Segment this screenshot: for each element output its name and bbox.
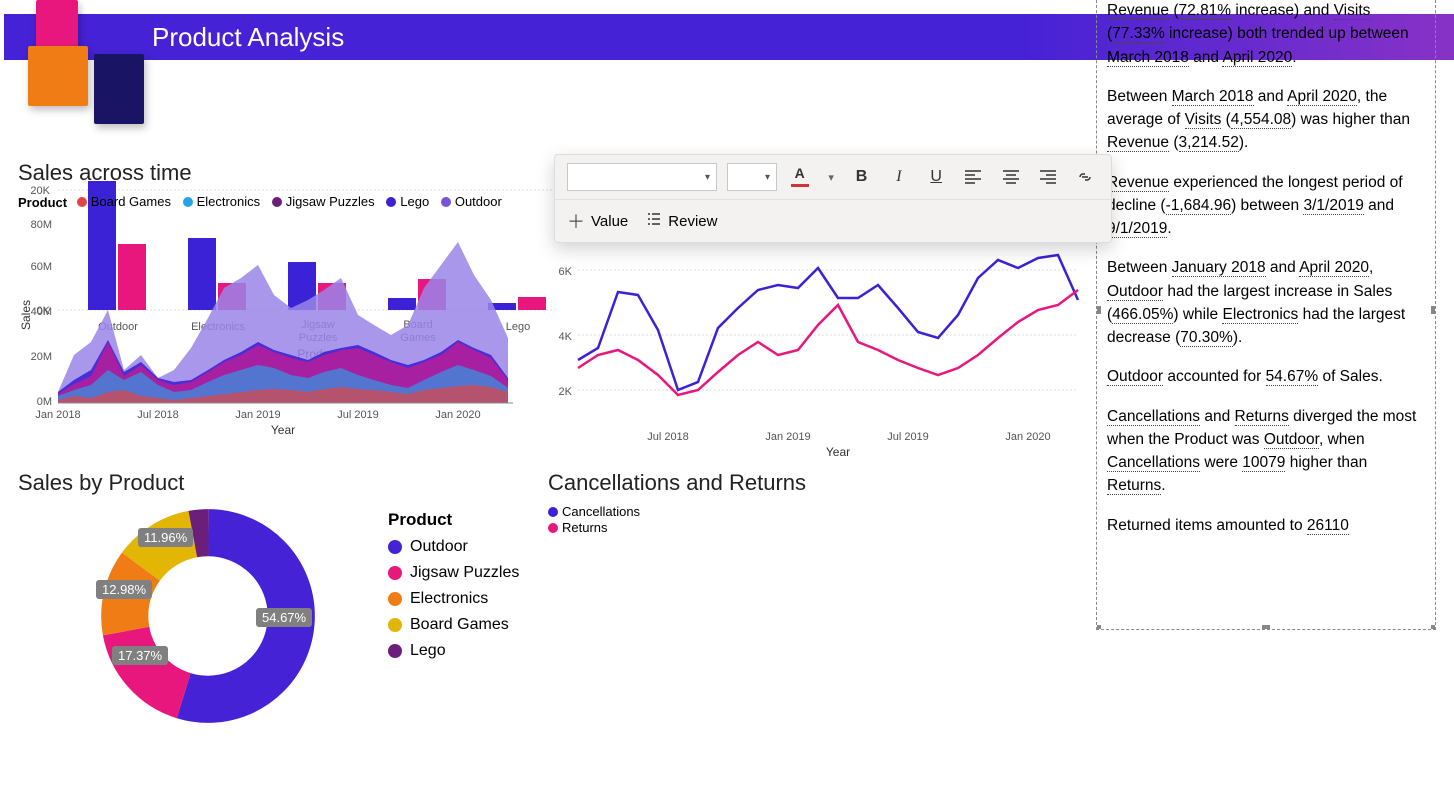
resize-handle[interactable] — [1262, 625, 1270, 630]
logo-block — [28, 46, 88, 106]
logo — [14, 0, 142, 128]
chevron-down-icon: ▾ — [765, 172, 770, 183]
resize-handle[interactable] — [1096, 306, 1101, 314]
link-button[interactable] — [1072, 163, 1099, 191]
font-color-button[interactable] — [787, 163, 814, 191]
font-color-icon — [791, 167, 811, 187]
align-right-button[interactable] — [1034, 163, 1061, 191]
svg-text:Jul 2018: Jul 2018 — [137, 409, 179, 421]
logo-block — [94, 54, 144, 124]
svg-text:Jan 2020: Jan 2020 — [435, 409, 480, 421]
revenue-visits-chart[interactable]: ▾ ▾ ▾ B I U ＋ Value Review — [548, 160, 1088, 460]
chevron-down-icon: ▾ — [705, 172, 710, 183]
svg-text:0M: 0M — [37, 396, 52, 408]
align-center-button[interactable] — [997, 163, 1024, 191]
review-button[interactable]: Review — [646, 212, 717, 230]
donut-legend: Product Outdoor Jigsaw Puzzles Electroni… — [388, 510, 519, 668]
plus-icon: ＋ — [567, 208, 585, 234]
resize-handle[interactable] — [1096, 625, 1101, 630]
chevron-down-icon[interactable]: ▾ — [824, 163, 838, 191]
svg-text:Year: Year — [826, 445, 850, 459]
donut-label-outdoor: 54.67% — [256, 608, 312, 627]
font-size-select[interactable]: ▾ — [727, 163, 777, 191]
font-family-select[interactable]: ▾ — [567, 163, 717, 191]
donut-label-electronics: 12.98% — [96, 580, 152, 599]
sales-by-product-chart[interactable]: Sales by Product 54.67% 17.37% 12.98% 11… — [18, 470, 538, 770]
text-format-toolbar: ▾ ▾ ▾ B I U ＋ Value Review — [554, 154, 1112, 243]
underline-button[interactable]: U — [923, 163, 950, 191]
svg-text:Jan 2019: Jan 2019 — [235, 409, 280, 421]
svg-text:60M: 60M — [31, 261, 52, 273]
svg-text:2K: 2K — [559, 386, 573, 398]
smart-narrative-textbox[interactable]: ⋯ Revenue (72.81% increase) and Visits (… — [1096, 0, 1436, 630]
italic-button[interactable]: I — [885, 163, 912, 191]
cancellations-returns-chart[interactable]: Cancellations and Returns Cancellations … — [548, 470, 1108, 770]
page-title: Product Analysis — [152, 22, 344, 53]
svg-text:Jul 2019: Jul 2019 — [337, 409, 379, 421]
svg-text:Jul 2019: Jul 2019 — [887, 431, 929, 443]
svg-text:Jul 2018: Jul 2018 — [647, 431, 689, 443]
svg-text:Jan 2019: Jan 2019 — [765, 431, 810, 443]
bold-button[interactable]: B — [848, 163, 875, 191]
resize-handle[interactable] — [1431, 306, 1436, 314]
svg-text:80M: 80M — [31, 219, 52, 231]
chart-title: Sales across time — [18, 160, 528, 186]
area-legend: Product Board Games Electronics Jigsaw P… — [18, 194, 528, 210]
align-left-button[interactable] — [960, 163, 987, 191]
svg-text:40M: 40M — [31, 306, 52, 318]
area-chart-svg: 0M 20M 40M 60M 80M Sales Jan 2018 Jul 20… — [18, 210, 528, 440]
chart-title: Cancellations and Returns — [548, 470, 1108, 496]
resize-handle[interactable] — [1431, 625, 1436, 630]
chart-title: Sales by Product — [18, 470, 538, 496]
svg-text:20M: 20M — [31, 351, 52, 363]
list-icon — [646, 212, 662, 230]
svg-text:Year: Year — [271, 423, 295, 437]
svg-text:Jan 2018: Jan 2018 — [35, 409, 80, 421]
svg-text:Jan 2020: Jan 2020 — [1005, 431, 1050, 443]
svg-text:6K: 6K — [559, 266, 573, 278]
bar-legend: Cancellations — [548, 504, 1108, 520]
svg-text:4K: 4K — [559, 331, 573, 343]
donut-label-jigsaw: 17.37% — [112, 646, 168, 665]
insert-value-button[interactable]: ＋ Value — [567, 208, 628, 234]
svg-text:Sales: Sales — [19, 299, 33, 329]
sales-across-time-chart[interactable]: Sales across time Product Board Games El… — [18, 160, 528, 460]
donut-label-boardgames: 11.96% — [138, 528, 193, 547]
